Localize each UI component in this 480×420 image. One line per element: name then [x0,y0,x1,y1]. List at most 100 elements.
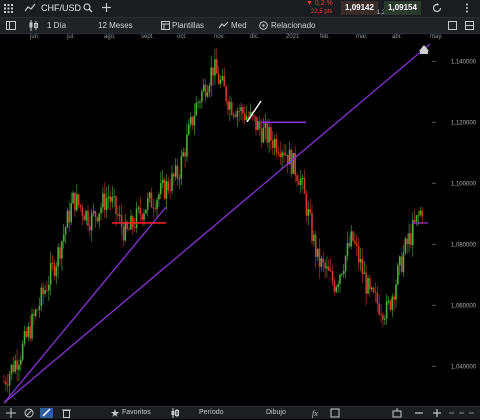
candle-body [385,301,388,319]
function-icon[interactable]: fx [311,408,321,418]
candle-body [36,309,39,311]
candle-body [118,214,121,216]
candle-body [337,283,339,287]
favorites-icon [111,408,119,418]
range-selector[interactable]: 12 Meses [98,20,133,31]
candlestick-type-icon[interactable] [28,20,39,31]
candle-body [344,255,347,271]
candle-body [90,213,93,231]
zoom-fit-icon[interactable] [330,408,340,418]
candle-body [240,107,242,112]
candle-body [359,258,362,263]
candle-body [356,243,358,246]
y-axis-tick-label: 1,140000 [451,59,477,65]
add-tab-icon[interactable] [102,3,111,12]
candle-body [238,110,240,112]
candle-body [270,127,272,141]
candle-body [10,364,13,374]
candle-body [341,273,343,275]
candle-body [223,76,226,87]
candle-body [232,114,235,116]
fullscreen-icon[interactable] [448,21,457,30]
candle-body [329,270,332,272]
candle-body [301,178,304,179]
trendline-short[interactable] [3,206,167,404]
candle-body [378,303,380,315]
candle-body [266,123,268,143]
candle-body [320,258,323,267]
candle-body [384,318,386,320]
month-label: nov. [214,34,225,40]
y-axis-tick-label: 1,060000 [451,303,477,309]
candle-body [408,233,410,245]
candle-body [12,364,15,372]
candle-body [216,59,218,74]
candle-body [296,175,298,182]
bid-price-button[interactable]: 1,09142 [341,1,378,15]
candle-body [44,290,46,295]
candle-body [227,101,229,110]
related-button[interactable]: Relacionado [271,20,315,31]
crosshair-icon[interactable] [6,408,16,418]
candle-body [253,115,255,117]
price-chart[interactable]: 1,140000 1,120000 1,100000 1,080000 1,060000… [0,43,480,406]
indicator-button[interactable]: Med [231,20,247,31]
candle-body [352,231,354,241]
candle-body [146,198,149,210]
period-tab[interactable]: Período [199,408,224,418]
candle-body [245,116,248,120]
candle-body [61,241,63,259]
pencil-draw-icon[interactable] [40,408,53,418]
candle-body [128,228,130,230]
refresh-icon[interactable] [432,3,442,13]
candle-body [23,331,26,344]
candle-body [206,92,209,97]
candle-body [230,101,233,115]
candle-body [298,181,300,185]
templates-button[interactable]: Plantillas [172,20,204,31]
month-label: mar. [356,34,368,40]
candle-body [49,262,52,285]
indicator-icon [218,21,229,30]
more-options-icon[interactable] [465,3,469,13]
trash-icon[interactable] [62,408,71,418]
candle-body [59,247,61,259]
candle-body [156,199,158,209]
layout-icon[interactable] [465,21,474,30]
candle-body [204,84,207,97]
candle-body [132,216,134,228]
candle-body [171,173,173,191]
grid-menu-icon[interactable] [4,4,13,13]
candle-body [354,240,356,244]
zoom-out-icon[interactable] [414,408,424,418]
candle-body [189,116,192,125]
zoom-region-icon[interactable] [392,408,402,418]
drawing-tab[interactable]: Dibujo [266,408,286,418]
candle-body [389,300,392,310]
candle-body [77,194,80,205]
candle-body [107,196,110,199]
candle-body [214,59,216,76]
candle-body [122,226,125,241]
zoom-in-icon[interactable] [432,408,442,418]
candle-body [262,127,265,143]
dashes-icon [448,408,476,418]
sidebar-toggle-icon[interactable] [6,21,16,30]
ask-price-button[interactable]: 1,09154 [384,1,421,15]
candle-body [313,234,315,242]
candle-body [268,127,270,143]
candle-body [328,266,330,271]
search-icon[interactable] [83,3,93,13]
disable-icon[interactable] [24,408,34,418]
interval-selector[interactable]: 1 Día [47,20,66,31]
candle-body [257,121,259,130]
candle-body [87,210,89,226]
candle-body [178,178,181,180]
favorites-tab[interactable]: Favoritos [122,408,151,418]
candle-body [374,292,377,293]
candle-body [25,331,28,337]
candle-body [169,190,171,191]
instrument-title[interactable]: CHF/USD [41,3,81,13]
candle-body [64,227,67,235]
candle-body [143,213,145,220]
